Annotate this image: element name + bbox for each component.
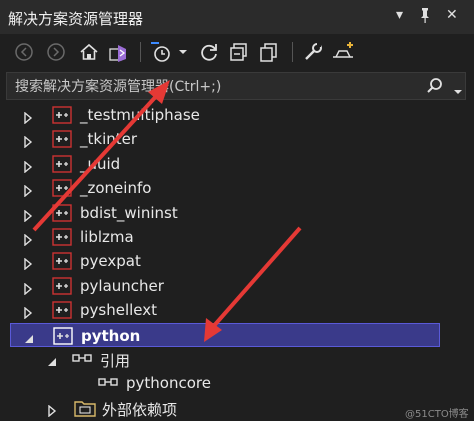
toolbar-separator [140, 42, 141, 62]
tree-item[interactable]: bdist_wininst [0, 201, 474, 225]
tree-item[interactable]: 引用 [0, 347, 474, 371]
cpp-project-icon [53, 326, 73, 349]
tree-item-label: pylauncher [80, 276, 164, 295]
preview-icon[interactable] [330, 38, 356, 66]
tree-item[interactable]: pyshellext [0, 298, 474, 322]
show-all-files-icon[interactable] [256, 38, 282, 66]
toolbar [0, 34, 474, 70]
tree-item-label: bdist_wininst [80, 203, 178, 222]
filter-dropdown[interactable] [176, 38, 190, 66]
cpp-project-icon [52, 252, 72, 274]
search-input[interactable] [15, 77, 415, 97]
collapsed-chevron-icon[interactable] [22, 182, 34, 201]
search-box [6, 72, 466, 100]
cpp-project-icon [52, 277, 72, 299]
panel-title: 解决方案资源管理器 [8, 10, 144, 28]
tree-item-selected[interactable]: python [10, 322, 440, 349]
tree-item-label: pyexpat [80, 252, 141, 271]
tree-item-label: liblzma [80, 228, 134, 246]
collapsed-chevron-icon[interactable] [46, 402, 58, 421]
search-options-dropdown[interactable] [453, 81, 463, 100]
tree-item-label: pyshellext [80, 301, 158, 320]
cpp-project-icon [52, 301, 72, 323]
tree-item[interactable]: liblzma [0, 225, 474, 249]
tree-item-label: 引用 [100, 352, 131, 370]
forward-icon[interactable] [44, 38, 68, 66]
tree-item[interactable]: _testmultiphase [0, 103, 474, 127]
properties-wrench-icon[interactable] [300, 38, 326, 66]
cpp-project-icon [52, 130, 72, 152]
collapsed-chevron-icon[interactable] [22, 109, 34, 128]
tree-item-label: python [81, 326, 141, 345]
collapsed-chevron-icon[interactable] [22, 255, 34, 274]
collapsed-chevron-icon[interactable] [22, 207, 34, 226]
tree-item[interactable]: _tkinter [0, 127, 474, 151]
cpp-project-icon [52, 228, 72, 250]
pending-changes-filter-icon[interactable] [148, 38, 174, 66]
collapsed-chevron-icon[interactable] [22, 133, 34, 152]
tree-item[interactable]: 外部依赖项 [0, 396, 474, 420]
title-bar: 解决方案资源管理器 ▾ ✕ [0, 0, 474, 34]
pin-icon[interactable] [418, 7, 432, 27]
collapsed-chevron-icon[interactable] [22, 231, 34, 250]
tree-item-label: pythoncore [126, 374, 211, 393]
toolbar-separator [292, 42, 293, 62]
tree-item[interactable]: pythoncore [0, 371, 474, 395]
tree-item[interactable]: pylauncher [0, 274, 474, 298]
tree-item-label: _tkinter [80, 130, 138, 149]
tree-item[interactable]: _uuid [0, 152, 474, 176]
tree-item[interactable]: pyexpat [0, 249, 474, 273]
back-icon[interactable] [12, 38, 36, 66]
collapsed-chevron-icon[interactable] [22, 304, 34, 323]
home-icon[interactable] [76, 38, 102, 66]
collapse-all-icon[interactable] [226, 38, 252, 66]
cpp-project-icon [52, 179, 72, 201]
tree-item-label: _zoneinfo [80, 179, 152, 198]
tree-item-label: 外部依赖项 [102, 400, 178, 419]
references-icon [72, 350, 94, 370]
cpp-project-icon [52, 106, 72, 128]
search-icon[interactable] [425, 76, 445, 100]
refresh-icon[interactable] [196, 38, 222, 66]
expanded-chevron-icon[interactable] [46, 353, 58, 372]
expanded-chevron-icon[interactable] [23, 330, 35, 349]
tree-item-label: _uuid [80, 154, 121, 173]
tree-item[interactable]: _zoneinfo [0, 176, 474, 200]
collapsed-chevron-icon[interactable] [22, 158, 34, 177]
vs-solution-icon[interactable] [106, 38, 132, 66]
reference-item-icon [98, 374, 120, 394]
watermark: @51CTO博客 [405, 409, 469, 420]
cpp-project-icon [52, 203, 72, 226]
window-menu-dropdown[interactable]: ▾ [396, 7, 403, 23]
collapsed-chevron-icon[interactable] [22, 280, 34, 299]
cpp-project-icon [52, 155, 72, 177]
tree-item-label: _testmultiphase [80, 106, 200, 124]
close-panel-button[interactable]: ✕ [446, 7, 458, 23]
external-dependencies-folder-icon [74, 399, 96, 421]
